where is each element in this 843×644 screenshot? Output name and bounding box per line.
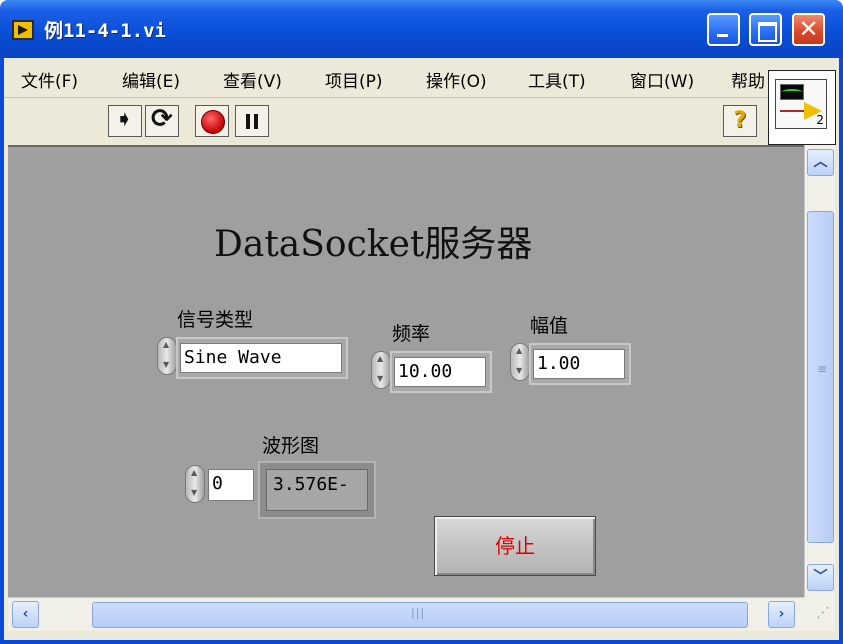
menu-project[interactable]: 项目(P) [325, 67, 383, 92]
vertical-scrollbar[interactable]: ︿ ﹀ [804, 145, 835, 597]
menu-bar: 文件(F) 编辑(E) 查看(V) 项目(P) 操作(O) 工具(T) 窗口(W… [4, 58, 774, 98]
stop-button[interactable]: 停止 [434, 516, 596, 576]
vertical-scroll-thumb[interactable] [807, 211, 834, 543]
title-bar[interactable]: 例11-4-1.vi ✕ [0, 0, 843, 58]
help-icon[interactable]: ? [723, 105, 757, 137]
menu-operate[interactable]: 操作(O) [426, 67, 487, 92]
waveform-value: 3.576E- [266, 469, 368, 511]
minimize-icon[interactable] [707, 13, 740, 46]
horizontal-scrollbar[interactable]: ‹ › [8, 597, 804, 631]
close-glyph: ✕ [798, 15, 819, 43]
panel-heading: DataSocket服务器 [214, 224, 533, 265]
front-panel: DataSocket服务器 信号类型 Sine Wave 频率 10.00 幅值… [8, 145, 804, 597]
signal-type-field[interactable]: Sine Wave [180, 343, 342, 373]
menu-tools[interactable]: 工具(T) [528, 67, 586, 92]
help-glyph: ? [733, 108, 747, 133]
scroll-right-icon[interactable]: › [768, 601, 795, 628]
signal-type-spin[interactable] [157, 337, 177, 375]
menu-file[interactable]: 文件(F) [21, 67, 78, 92]
scroll-up-icon[interactable]: ︿ [807, 149, 834, 176]
resize-grip-icon[interactable] [804, 597, 835, 631]
waveform-indicator: 3.576E- [258, 461, 376, 519]
labview-window: 例11-4-1.vi ✕ 文件(F) 编辑(E) 查看(V) 项目(P) 操作(… [0, 0, 843, 644]
waveform-index-field[interactable]: 0 [208, 469, 254, 501]
scroll-down-icon[interactable]: ﹀ [807, 564, 834, 591]
menu-window[interactable]: 窗口(W) [630, 67, 694, 92]
amplitude-label: 幅值 [530, 315, 569, 337]
amplitude-field[interactable]: 1.00 [533, 349, 625, 379]
menu-view[interactable]: 查看(V) [223, 67, 282, 92]
run-continuously-icon[interactable] [145, 104, 179, 137]
pause-icon[interactable] [235, 105, 269, 137]
menu-edit[interactable]: 编辑(E) [122, 67, 180, 92]
horizontal-scroll-thumb[interactable] [92, 602, 748, 628]
run-icon[interactable] [108, 105, 142, 137]
connector-number: 2 [816, 113, 824, 127]
close-icon[interactable]: ✕ [792, 13, 825, 46]
window-title: 例11-4-1.vi [44, 20, 166, 42]
waveform-label: 波形图 [262, 435, 320, 457]
toolbar [4, 99, 774, 145]
client-area: 文件(F) 编辑(E) 查看(V) 项目(P) 操作(O) 工具(T) 窗口(W… [4, 58, 839, 640]
amplitude-spin[interactable] [510, 343, 530, 381]
menu-help[interactable]: 帮助 [731, 67, 765, 92]
signal-type-label: 信号类型 [177, 309, 254, 331]
connector-pane[interactable]: 2 [768, 70, 836, 145]
connector-pane-icon: 2 [775, 79, 827, 129]
maximize-icon[interactable] [749, 13, 782, 46]
scroll-left-icon[interactable]: ‹ [12, 601, 39, 628]
frequency-label: 频率 [392, 323, 431, 345]
waveform-index-spin[interactable] [185, 465, 205, 503]
frequency-spin[interactable] [371, 351, 391, 389]
app-vi-icon[interactable] [12, 20, 34, 40]
frequency-field[interactable]: 10.00 [394, 357, 486, 387]
abort-icon[interactable] [195, 105, 229, 137]
